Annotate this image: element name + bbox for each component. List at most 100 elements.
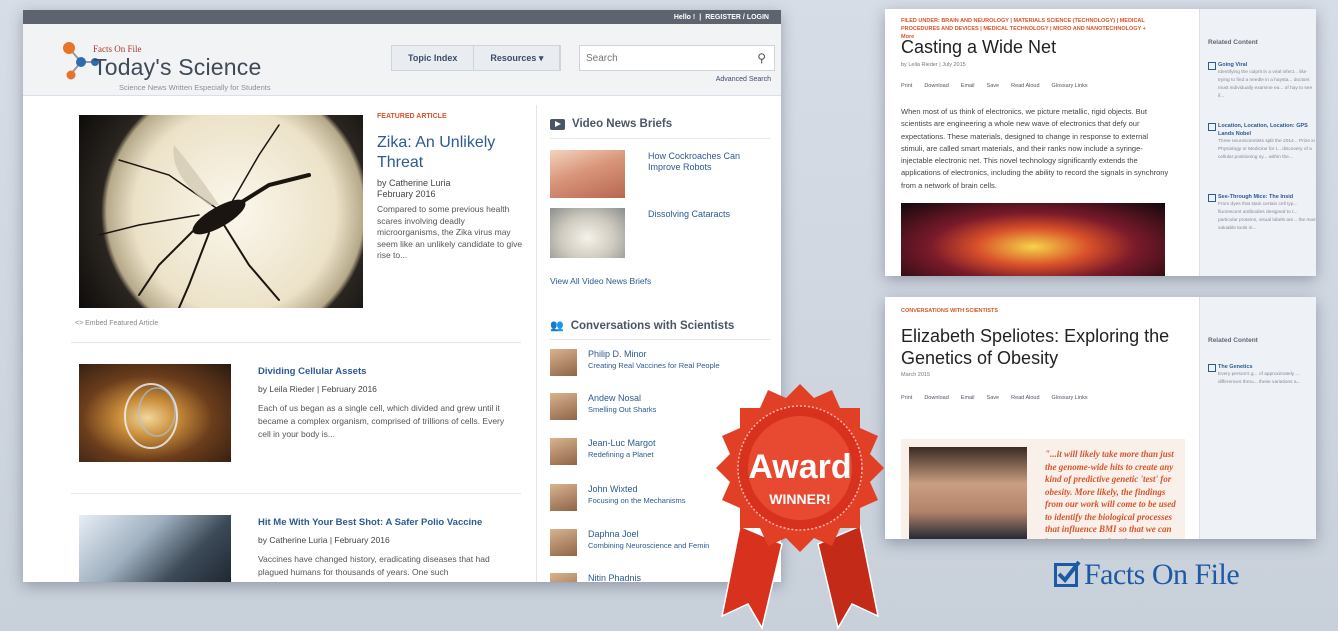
article-date: March 2015 bbox=[901, 372, 931, 378]
scientist-desc: Combining Neuroscience and Femin bbox=[588, 541, 710, 550]
email-button[interactable]: Email bbox=[961, 83, 975, 89]
related-item[interactable]: Going Viral Identifying the culprit in a … bbox=[1208, 61, 1316, 101]
nav-resources[interactable]: Resources ▾ bbox=[474, 46, 561, 70]
video-thumbnail-cataracts[interactable] bbox=[550, 208, 625, 258]
search-box: ⚲ bbox=[579, 45, 775, 71]
print-button[interactable]: Print bbox=[901, 83, 912, 89]
article-card-casting-wide-net: FILED UNDER: BRAIN AND NEUROLOGY | MATER… bbox=[885, 9, 1316, 276]
scientist-item[interactable]: Andew Nosal Smelling Out Sharks bbox=[550, 393, 656, 420]
scientist-item[interactable]: Jean-Luc Margot Redefining a Planet bbox=[550, 438, 656, 465]
greeting-text: Hello ! bbox=[673, 13, 696, 21]
article-title[interactable]: Hit Me With Your Best Shot: A Safer Poli… bbox=[258, 517, 482, 528]
site-header: Facts On File Today's Science Science Ne… bbox=[23, 24, 781, 96]
glossary-links-toggle[interactable]: Glossary Links bbox=[1052, 395, 1088, 401]
winner-text: WINNER! bbox=[769, 491, 830, 507]
article-meta: by Leila Rieder | February 2016 bbox=[258, 384, 377, 394]
advanced-search-link[interactable]: Advanced Search bbox=[716, 76, 771, 83]
scientist-name: Philip D. Minor bbox=[588, 349, 647, 359]
video-title[interactable]: How Cockroaches Can Improve Robots bbox=[648, 151, 758, 173]
scientist-name: Daphna Joel bbox=[588, 529, 639, 539]
site-tagline: Science News Written Especially for Stud… bbox=[119, 83, 271, 92]
article-body: When most of us think of electronics, we… bbox=[901, 107, 1169, 190]
avatar bbox=[550, 484, 577, 511]
mosquito-icon bbox=[98, 124, 311, 309]
column-divider bbox=[536, 105, 537, 582]
scientist-name: Jean-Luc Margot bbox=[588, 438, 656, 448]
avatar bbox=[550, 393, 577, 420]
scientist-desc: Creating Real Vaccines for Real People bbox=[588, 361, 720, 370]
featured-article-title[interactable]: Zika: An Unlikely Threat bbox=[377, 133, 537, 173]
related-item[interactable]: Location, Location, Location: GPS Lands … bbox=[1208, 122, 1316, 162]
todays-science-homepage: Hello ! | REGISTER / LOGIN Facts On File… bbox=[23, 10, 781, 582]
register-login-link[interactable]: REGISTER / LOGIN bbox=[705, 14, 769, 21]
top-bar: Hello ! | REGISTER / LOGIN bbox=[23, 10, 781, 24]
featured-summary: Compared to some previous health scares … bbox=[377, 204, 523, 260]
view-all-videos-link[interactable]: View All Video News Briefs bbox=[550, 276, 651, 286]
pull-quote: "...it will likely take more than just t… bbox=[1045, 449, 1176, 539]
email-button[interactable]: Email bbox=[961, 395, 975, 401]
save-button[interactable]: Save bbox=[987, 395, 1000, 401]
divider bbox=[550, 138, 770, 139]
related-snippet: Identifying the culprit in a viral infec… bbox=[1218, 70, 1313, 99]
related-item[interactable]: See-Through Mice: The Insid From dyes tha… bbox=[1208, 193, 1316, 233]
featured-date: February 2016 bbox=[377, 189, 436, 199]
related-title: See-Through Mice: The Insid bbox=[1208, 193, 1316, 202]
nav-topic-index[interactable]: Topic Index bbox=[392, 46, 475, 70]
main-nav: Topic Index Resources ▾ bbox=[391, 45, 562, 71]
save-button[interactable]: Save bbox=[987, 83, 1000, 89]
scientist-item[interactable]: Nitin Phadnis bbox=[550, 573, 641, 582]
featured-article-meta: by Catherine Luria February 2016 bbox=[377, 178, 527, 200]
video-title[interactable]: Dissolving Cataracts bbox=[648, 209, 758, 220]
conversations-heading-text: Conversations with Scientists bbox=[570, 319, 735, 332]
related-content-panel: Related Content Going Viral Identifying t… bbox=[1199, 9, 1316, 276]
site-title[interactable]: Today's Science bbox=[93, 54, 261, 81]
scientist-desc: Focusing on the Mechanisms bbox=[588, 496, 686, 505]
video-news-heading: Video News Briefs bbox=[550, 118, 672, 130]
related-title: Location, Location, Location: GPS Lands … bbox=[1208, 122, 1316, 138]
print-button[interactable]: Print bbox=[901, 395, 912, 401]
article-toolbar: Print Download Email Save Read Aloud Glo… bbox=[901, 83, 1088, 89]
scientist-item[interactable]: John Wixted Focusing on the Mechanisms bbox=[550, 484, 686, 511]
related-content-panel: Related Content The Genetics Every person… bbox=[1199, 297, 1316, 539]
related-item[interactable]: The Genetics Every person's g... of appro… bbox=[1208, 363, 1316, 387]
cell-division-image[interactable] bbox=[79, 364, 231, 462]
related-snippet: Three neuroscientists split the 2014... … bbox=[1218, 139, 1316, 160]
scientist-item[interactable]: Philip D. Minor Creating Real Vaccines fo… bbox=[550, 349, 720, 376]
polio-vaccine-image[interactable] bbox=[79, 515, 231, 582]
embed-featured-link[interactable]: <> Embed Featured Article bbox=[75, 320, 158, 327]
article-card-speliotes: CONVERSATIONS WITH SCIENTISTS Elizabeth … bbox=[885, 297, 1316, 539]
people-icon: 👥 bbox=[550, 320, 564, 332]
related-snippet: Every person's g... of approximately ...… bbox=[1218, 372, 1301, 385]
topbar-divider: | bbox=[699, 13, 702, 21]
featured-article-label: FEATURED ARTICLE bbox=[377, 113, 447, 120]
video-thumbnail-cockroach[interactable] bbox=[550, 150, 625, 198]
search-icon[interactable]: ⚲ bbox=[757, 51, 766, 65]
scientist-item[interactable]: Daphna Joel Combining Neuroscience and Fe… bbox=[550, 529, 709, 556]
related-heading: Related Content bbox=[1208, 39, 1258, 46]
featured-author: by Catherine Luria bbox=[377, 178, 451, 188]
article-title: Casting a Wide Net bbox=[901, 37, 1057, 57]
scientist-name: Nitin Phadnis bbox=[588, 573, 642, 582]
featured-mosquito-image[interactable] bbox=[79, 115, 363, 309]
facts-on-file-logo: Facts On File bbox=[1054, 558, 1240, 592]
download-button[interactable]: Download bbox=[924, 83, 948, 89]
article-summary: Vaccines have changed history, eradicati… bbox=[258, 554, 490, 577]
article-title: Elizabeth Speliotes: Exploring the Genet… bbox=[901, 326, 1170, 368]
conversations-heading: 👥 Conversations with Scientists bbox=[550, 319, 735, 333]
award-text: Award bbox=[748, 448, 851, 486]
cell-icon bbox=[124, 383, 178, 449]
article-meta: by Catherine Luria | February 2016 bbox=[258, 535, 390, 545]
neural-net-image bbox=[901, 203, 1165, 276]
glossary-links-toggle[interactable]: Glossary Links bbox=[1052, 83, 1088, 89]
read-aloud-button[interactable]: Read Aloud bbox=[1011, 83, 1039, 89]
article-title[interactable]: Dividing Cellular Assets bbox=[258, 366, 366, 377]
scientist-desc: Redefining a Planet bbox=[588, 450, 654, 459]
divider bbox=[71, 342, 521, 343]
search-input[interactable] bbox=[580, 52, 740, 64]
scientist-name: Andew Nosal bbox=[588, 393, 642, 403]
scientist-name: John Wixted bbox=[588, 484, 638, 494]
video-play-icon bbox=[550, 118, 565, 130]
scientist-desc: Smelling Out Sharks bbox=[588, 405, 657, 414]
download-button[interactable]: Download bbox=[924, 395, 948, 401]
read-aloud-button[interactable]: Read Aloud bbox=[1011, 395, 1039, 401]
